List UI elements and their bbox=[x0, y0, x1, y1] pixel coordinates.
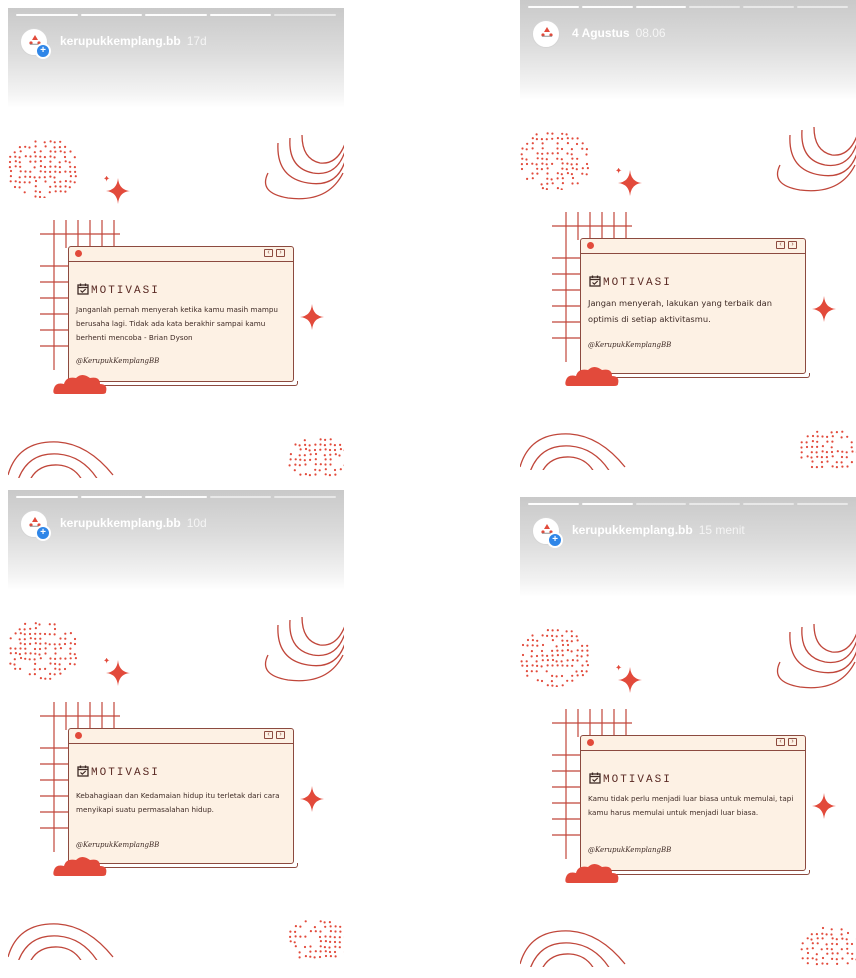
story-timestamp: 17d bbox=[186, 34, 207, 48]
story-user-info: kerupukkemplang.bb 10d bbox=[60, 516, 207, 530]
cloud-decoration bbox=[53, 375, 107, 394]
dots-decoration bbox=[800, 926, 856, 966]
story-timestamp: 08.06 bbox=[635, 26, 666, 40]
card-quote: Kamu tidak perlu menjadi luar biasa untu… bbox=[588, 794, 794, 817]
story-username[interactable]: kerupukkemplang.bb bbox=[572, 523, 693, 537]
sparkle-icon bbox=[616, 665, 642, 693]
card-title: MOTIVASI bbox=[91, 767, 160, 779]
window-prev-icon[interactable]: ‹ bbox=[776, 738, 785, 746]
avatar-logo-icon bbox=[541, 27, 553, 37]
story-username[interactable]: kerupukkemplang.bb bbox=[60, 516, 181, 530]
arc-lines-decoration bbox=[520, 930, 626, 967]
add-story-plus-icon[interactable]: + bbox=[35, 525, 51, 541]
arc-lines-decoration bbox=[8, 923, 114, 960]
sparkle-icon bbox=[300, 304, 324, 330]
card-handle: @KerupukKemplangBB bbox=[588, 341, 672, 349]
window-next-icon[interactable]: › bbox=[788, 738, 797, 746]
dots-decoration bbox=[8, 140, 77, 198]
card-titlebar: ‹ › bbox=[69, 729, 293, 744]
sparkle-icon bbox=[616, 168, 642, 196]
calendar-check-icon bbox=[589, 275, 601, 287]
arc-lines-decoration bbox=[520, 433, 626, 470]
cloud-decoration bbox=[565, 864, 619, 883]
dots-decoration bbox=[520, 132, 589, 190]
wave-lines-decoration bbox=[776, 623, 856, 689]
avatar[interactable]: + bbox=[532, 517, 563, 548]
wave-lines-decoration bbox=[264, 134, 344, 200]
story-header-shade bbox=[520, 497, 856, 597]
story-panel[interactable]: + kerupukkemplang.bb 17d ‹ › MOTIVASI Ja… bbox=[8, 8, 344, 478]
story-username[interactable]: kerupukkemplang.bb bbox=[60, 34, 181, 48]
card-titlebar: ‹ › bbox=[69, 247, 293, 262]
add-story-plus-icon[interactable]: + bbox=[35, 43, 51, 59]
dots-decoration bbox=[288, 438, 344, 477]
card-dot-icon bbox=[587, 739, 594, 746]
cloud-decoration bbox=[565, 367, 619, 386]
story-timestamp: 10d bbox=[186, 516, 207, 530]
story-user-info: kerupukkemplang.bb 15 menit bbox=[572, 523, 745, 537]
card-handle: @KerupukKemplangBB bbox=[588, 846, 672, 854]
story-header-shade bbox=[8, 8, 344, 108]
story-user-info: kerupukkemplang.bb 17d bbox=[60, 34, 207, 48]
card-title: MOTIVASI bbox=[603, 774, 672, 786]
story-progress-bar bbox=[16, 496, 336, 498]
story-header-shade bbox=[8, 490, 344, 590]
window-next-icon[interactable]: › bbox=[276, 731, 285, 739]
card-dot-icon bbox=[75, 250, 82, 257]
motivation-card: ‹ › MOTIVASI Kamu tidak perlu menjadi lu… bbox=[580, 735, 810, 875]
calendar-check-icon bbox=[77, 283, 89, 295]
dots-decoration bbox=[9, 622, 77, 680]
wave-lines-decoration bbox=[776, 126, 856, 192]
window-prev-icon[interactable]: ‹ bbox=[264, 731, 273, 739]
card-titlebar: ‹ › bbox=[581, 239, 805, 254]
window-next-icon[interactable]: › bbox=[788, 241, 797, 249]
card-titlebar: ‹ › bbox=[581, 736, 805, 751]
story-header-shade bbox=[520, 0, 856, 100]
story-progress-bar bbox=[528, 6, 848, 8]
dots-decoration bbox=[289, 920, 344, 959]
card-handle: @KerupukKemplangBB bbox=[76, 841, 160, 849]
story-panel[interactable]: + kerupukkemplang.bb 15 menit ‹ › MOTIVA… bbox=[520, 497, 856, 967]
card-dot-icon bbox=[587, 242, 594, 249]
card-quote: Janganlah pernah menyerah ketika kamu ma… bbox=[76, 305, 278, 342]
calendar-check-icon bbox=[77, 765, 89, 777]
window-prev-icon[interactable]: ‹ bbox=[776, 241, 785, 249]
sparkle-icon bbox=[104, 658, 130, 686]
story-date: 4 Agustus bbox=[572, 26, 630, 40]
calendar-check-icon bbox=[589, 772, 601, 784]
sparkle-icon bbox=[812, 793, 836, 819]
story-panel[interactable]: + kerupukkemplang.bb 10d ‹ › MOTIVASI Ke… bbox=[8, 490, 344, 960]
story-panel[interactable]: 4 Agustus 08.06 ‹ › MOTIVASI Jangan meny… bbox=[520, 0, 856, 470]
window-prev-icon[interactable]: ‹ bbox=[264, 249, 273, 257]
dots-decoration bbox=[520, 629, 589, 687]
card-title: MOTIVASI bbox=[91, 285, 160, 297]
avatar[interactable]: + bbox=[20, 510, 51, 541]
wave-lines-decoration bbox=[264, 616, 344, 682]
sparkle-icon bbox=[812, 296, 836, 322]
motivation-card: ‹ › MOTIVASI Janganlah pernah menyerah k… bbox=[68, 246, 298, 386]
sparkle-icon bbox=[300, 786, 324, 812]
arc-lines-decoration bbox=[8, 441, 114, 478]
card-handle: @KerupukKemplangBB bbox=[76, 357, 160, 365]
card-dot-icon bbox=[75, 732, 82, 739]
story-user-info: 4 Agustus 08.06 bbox=[572, 26, 666, 40]
avatar[interactable] bbox=[532, 20, 560, 48]
cloud-decoration bbox=[53, 857, 107, 876]
window-next-icon[interactable]: › bbox=[276, 249, 285, 257]
card-title: MOTIVASI bbox=[603, 277, 672, 289]
sparkle-icon bbox=[104, 176, 130, 204]
motivation-card: ‹ › MOTIVASI Jangan menyerah, lakukan ya… bbox=[580, 238, 810, 378]
add-story-plus-icon[interactable]: + bbox=[547, 532, 563, 548]
story-progress-bar bbox=[16, 14, 336, 16]
avatar[interactable]: + bbox=[20, 28, 51, 59]
story-progress-bar bbox=[528, 503, 848, 505]
card-quote: Kebahagiaan dan Kedamaian hidup itu terl… bbox=[76, 791, 280, 814]
dots-decoration bbox=[800, 430, 856, 469]
story-timestamp: 15 menit bbox=[698, 523, 745, 537]
card-quote: Jangan menyerah, lakukan yang terbaik da… bbox=[588, 298, 772, 324]
motivation-card: ‹ › MOTIVASI Kebahagiaan dan Kedamaian h… bbox=[68, 728, 298, 868]
